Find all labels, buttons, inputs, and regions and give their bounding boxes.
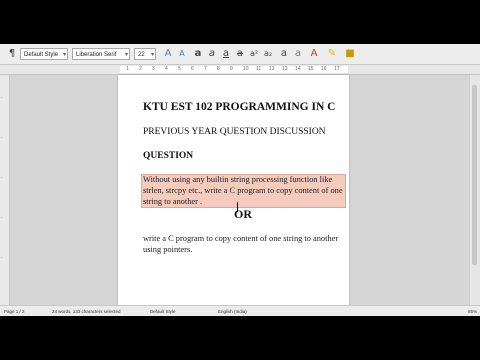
font-name-value: Liberation Serif	[76, 52, 117, 58]
ruler-tick: ·	[1, 95, 3, 101]
paragraph-style-value: Default Style	[24, 52, 59, 58]
paragraph-style-combo[interactable]: Default Style ▾	[20, 48, 68, 60]
word-count[interactable]: 24 words, 133 characters selected	[52, 306, 121, 316]
ruler-number: 8	[217, 66, 220, 72]
ruler-number: 14	[295, 66, 301, 72]
ruler-number: 13	[282, 66, 288, 72]
ruler-number: 3	[152, 66, 155, 72]
document-page[interactable]: KTU EST 102 PROGRAMMING IN C PREVIOUS YE…	[118, 75, 349, 309]
ruler-number: 10	[243, 66, 249, 72]
ruler-number: 17	[334, 66, 340, 72]
ruler-number: 15	[308, 66, 314, 72]
ruler-number: 11	[256, 66, 262, 72]
ruler-number: 5	[178, 66, 181, 72]
libreoffice-writer-window: ¶ Default Style ▾ Liberation Serif ▾ 22 …	[0, 44, 480, 316]
scrollbar-thumb[interactable]	[472, 85, 477, 265]
font-size-combo[interactable]: 22 ▾	[134, 48, 156, 60]
status-bar: Page 1 / 2 24 words, 133 characters sele…	[0, 305, 480, 316]
or-separator: OR	[234, 207, 252, 221]
shrink-font-icon[interactable]: A	[176, 48, 188, 60]
ruler-tick: ·	[1, 175, 3, 181]
ruler-tick: ·	[1, 215, 3, 221]
ruler-number: 2	[139, 66, 142, 72]
zoom-level[interactable]: 85%	[468, 306, 477, 316]
ruler-number: 1	[126, 66, 129, 72]
ruler-number: 6	[191, 66, 194, 72]
vertical-ruler[interactable]: · · · · ·	[0, 75, 10, 305]
alternate-question-paragraph[interactable]: write a C program to copy content of one…	[143, 233, 349, 255]
outline-icon[interactable]: a	[292, 48, 304, 60]
chevron-down-icon: ▾	[124, 52, 128, 58]
highlight-icon[interactable]: ✎	[326, 48, 338, 60]
question-paragraph[interactable]: Without using any builtin string process…	[143, 174, 349, 207]
underline-icon[interactable]: a	[220, 48, 232, 60]
chevron-down-icon: ▾	[150, 52, 154, 58]
font-name-combo[interactable]: Liberation Serif ▾	[72, 48, 130, 60]
paragraph-style-icon[interactable]: ¶	[6, 48, 18, 60]
formatting-toolbar: ¶ Default Style ▾ Liberation Serif ▾ 22 …	[0, 44, 480, 65]
language-indicator[interactable]: English (India)	[218, 306, 247, 316]
page-style-indicator[interactable]: Default Style	[150, 306, 176, 316]
ruler-tick: ·	[1, 255, 3, 261]
grow-font-icon[interactable]: A	[162, 48, 174, 60]
superscript-icon[interactable]: a²	[248, 48, 260, 60]
subscript-icon[interactable]: a₂	[262, 48, 274, 60]
ruler-number: 9	[230, 66, 233, 72]
vertical-scrollbar[interactable]	[469, 75, 480, 305]
font-color-icon[interactable]: A	[308, 48, 320, 60]
italic-icon[interactable]: a	[206, 48, 218, 60]
background-color-icon[interactable]: ■	[344, 48, 356, 60]
strikethrough-icon[interactable]: a	[234, 48, 246, 60]
ruler-number: 16	[321, 66, 327, 72]
shadow-icon[interactable]: a	[278, 48, 290, 60]
page-indicator[interactable]: Page 1 / 2	[4, 306, 25, 316]
question-heading: QUESTION	[143, 151, 194, 161]
bold-icon[interactable]: a	[192, 48, 204, 60]
ruler-number: 7	[204, 66, 207, 72]
ruler-tick: ·	[1, 135, 3, 141]
chevron-down-icon: ▾	[62, 52, 66, 58]
document-title: KTU EST 102 PROGRAMMING IN C	[143, 101, 336, 113]
font-size-value: 22	[138, 52, 145, 58]
ruler-number: 12	[269, 66, 275, 72]
document-subtitle: PREVIOUS YEAR QUESTION DISCUSSION	[143, 127, 326, 137]
ruler-number: 4	[165, 66, 168, 72]
horizontal-ruler[interactable]: 1 2 3 4 5 6 7 8 9 10 11 12 13 14 15 16 1…	[0, 65, 480, 75]
